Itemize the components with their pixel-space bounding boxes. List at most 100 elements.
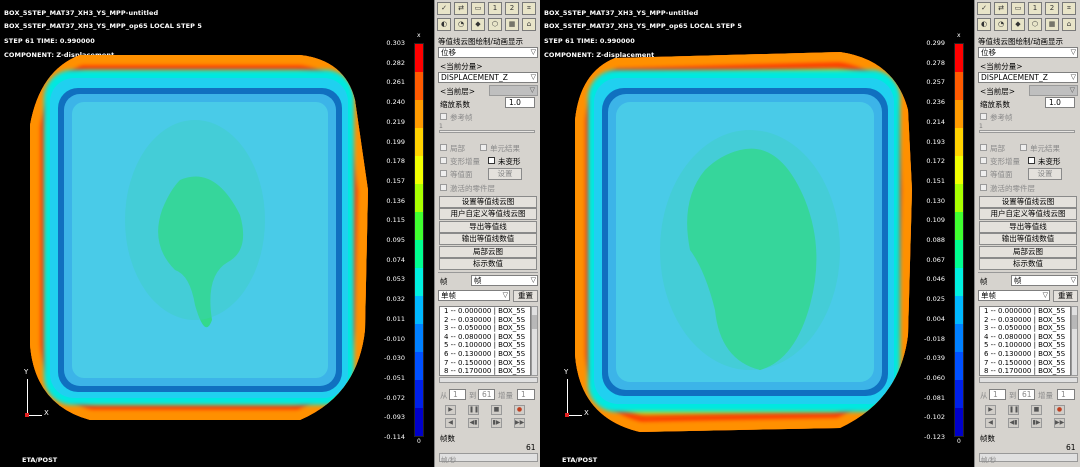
reference-frame-checkbox[interactable] [440,113,447,120]
contour-icon[interactable]: ◐ [977,18,991,31]
zoom-icon[interactable]: ⌂ [1062,18,1076,31]
set-contour-button[interactable]: 设置等值线云图 [439,196,537,208]
user-contour-button[interactable]: 用户自定义等值线云图 [979,208,1077,220]
contour-plot[interactable] [0,0,432,467]
contour-plot[interactable] [540,0,972,467]
local-contour-button[interactable]: 局部云图 [439,246,537,258]
frame-list[interactable]: 1 -- 0.000000 | BOX_5S 2 -- 0.030000 | BO… [979,306,1071,376]
step-back-icon[interactable]: ◀ [985,418,996,428]
rotate-icon[interactable]: ⇄ [994,2,1008,15]
pause-icon[interactable]: ❚❚ [1008,405,1019,415]
part-icon[interactable]: ⬡ [488,18,502,31]
deform-icon[interactable]: ◔ [994,18,1008,31]
frame-list-item[interactable]: 5 -- 0.100000 | BOX_5S [980,341,1070,350]
marker-icon[interactable]: ◆ [1011,18,1025,31]
step-forward-icon[interactable]: ▮▶ [1031,418,1042,428]
frame-list-item[interactable]: 1 -- 0.000000 | BOX_5S [980,307,1070,316]
reference-frame-checkbox[interactable] [980,113,987,120]
stop-icon[interactable]: ■ [491,405,502,415]
set-contour-button[interactable]: 设置等值线云图 [979,196,1077,208]
layer-select[interactable]: ▽ [1029,85,1078,96]
frame-list-item[interactable]: 7 -- 0.150000 | BOX_5S [980,359,1070,368]
fit-icon[interactable]: ⌗ [522,2,536,15]
mode-select[interactable]: 位移 ▽ [438,47,538,58]
frame-list-item[interactable]: 8 -- 0.170000 | BOX_5S [440,367,530,375]
frame2-icon[interactable]: 2 [1045,2,1059,15]
isosurface-checkbox[interactable] [440,170,447,177]
component-select[interactable]: DISPLACEMENT_Z ▽ [978,72,1078,83]
frame-list-item[interactable]: 5 -- 0.100000 | BOX_5S [440,341,530,350]
frame-list-hscrollbar[interactable] [979,377,1078,383]
isosurface-checkbox[interactable] [980,170,987,177]
settings-button[interactable]: 设置 [1028,168,1062,180]
from-input[interactable]: 1 [449,389,466,400]
step-forward-2-icon[interactable]: ▶▶ [1054,418,1065,428]
marker-icon[interactable]: ◆ [471,18,485,31]
element-result-checkbox[interactable] [1020,144,1027,151]
frame-list-item[interactable]: 1 -- 0.000000 | BOX_5S [440,307,530,316]
active-parts-checkbox[interactable] [440,184,447,191]
zoom-icon[interactable]: ⌂ [522,18,536,31]
pan-icon[interactable]: ▭ [471,2,485,15]
frame-list-item[interactable]: 6 -- 0.130000 | BOX_5S [980,350,1070,359]
export-contour-button[interactable]: 导出等值线 [979,221,1077,233]
export-contour-button[interactable]: 导出等值线 [439,221,537,233]
stop-icon[interactable]: ■ [1031,405,1042,415]
settings-button[interactable]: 设置 [488,168,522,180]
frame-slider[interactable] [979,130,1075,133]
from-input[interactable]: 1 [989,389,1006,400]
frame-slider[interactable] [439,130,535,133]
play-icon[interactable]: ▶ [445,405,456,415]
fit-icon[interactable]: ⌗ [1062,2,1076,15]
frame-list-item[interactable]: 8 -- 0.170000 | BOX_5S [980,367,1070,375]
mesh-icon[interactable]: ▦ [1045,18,1059,31]
incr-input[interactable]: 1 [1057,389,1075,400]
step-back-icon[interactable]: ◀ [445,418,456,428]
scroll-thumb[interactable] [1072,315,1077,329]
frame2-icon[interactable]: 2 [505,2,519,15]
component-select[interactable]: DISPLACEMENT_Z ▽ [438,72,538,83]
frame-list-item[interactable]: 7 -- 0.150000 | BOX_5S [440,359,530,368]
frame-list[interactable]: 1 -- 0.000000 | BOX_5S 2 -- 0.030000 | BO… [439,306,531,376]
graphics-viewport[interactable]: BOX_5STEP_MAT37_XH3_YS_MPP-untitled BOX_… [0,0,432,467]
incr-input[interactable]: 1 [517,389,535,400]
scroll-thumb[interactable] [532,315,537,329]
deform-incr-checkbox[interactable] [440,157,447,164]
frame-type-select[interactable]: 帧 ▽ [471,275,538,286]
single-frame-select[interactable]: 单帧 ▽ [978,290,1050,301]
frame-list-item[interactable]: 2 -- 0.030000 | BOX_5S [980,316,1070,325]
frame-list-item[interactable]: 3 -- 0.050000 | BOX_5S [440,324,530,333]
mode-select[interactable]: 位移 ▽ [978,47,1078,58]
undeformed-checkbox[interactable] [488,157,495,164]
reset-button[interactable]: 重置 [513,290,538,302]
frame-list-item[interactable]: 3 -- 0.050000 | BOX_5S [980,324,1070,333]
record-icon[interactable]: ● [514,405,525,415]
deform-incr-checkbox[interactable] [980,157,987,164]
layer-select[interactable]: ▽ [489,85,538,96]
frame-list-item[interactable]: 4 -- 0.080000 | BOX_5S [440,333,530,342]
rotate-icon[interactable]: ⇄ [454,2,468,15]
local-checkbox[interactable] [440,144,447,151]
scale-input[interactable]: 1.0 [505,97,535,108]
pan-icon[interactable]: ▭ [1011,2,1025,15]
reset-button[interactable]: 重置 [1053,290,1078,302]
label-values-button[interactable]: 标示数值 [979,258,1077,270]
local-contour-button[interactable]: 局部云图 [979,246,1077,258]
user-contour-button[interactable]: 用户自定义等值线云图 [439,208,537,220]
output-contour-values-button[interactable]: 输出等值线数值 [439,233,537,245]
frame1-icon[interactable]: 1 [488,2,502,15]
step-back-2-icon[interactable]: ◀▮ [1008,418,1019,428]
frame-list-item[interactable]: 2 -- 0.030000 | BOX_5S [440,316,530,325]
frame1-icon[interactable]: 1 [1028,2,1042,15]
pause-icon[interactable]: ❚❚ [468,405,479,415]
view-icon[interactable]: ✓ [437,2,451,15]
graphics-viewport[interactable]: BOX_5STEP_MAT37_XH3_YS_MPP-untitled BOX_… [540,0,972,467]
frame-type-select[interactable]: 帧 ▽ [1011,275,1078,286]
view-icon[interactable]: ✓ [977,2,991,15]
step-back-2-icon[interactable]: ◀▮ [468,418,479,428]
scale-input[interactable]: 1.0 [1045,97,1075,108]
frame-list-scrollbar[interactable] [531,306,538,376]
single-frame-select[interactable]: 单帧 ▽ [438,290,510,301]
frame-list-item[interactable]: 6 -- 0.130000 | BOX_5S [440,350,530,359]
mesh-icon[interactable]: ▦ [505,18,519,31]
